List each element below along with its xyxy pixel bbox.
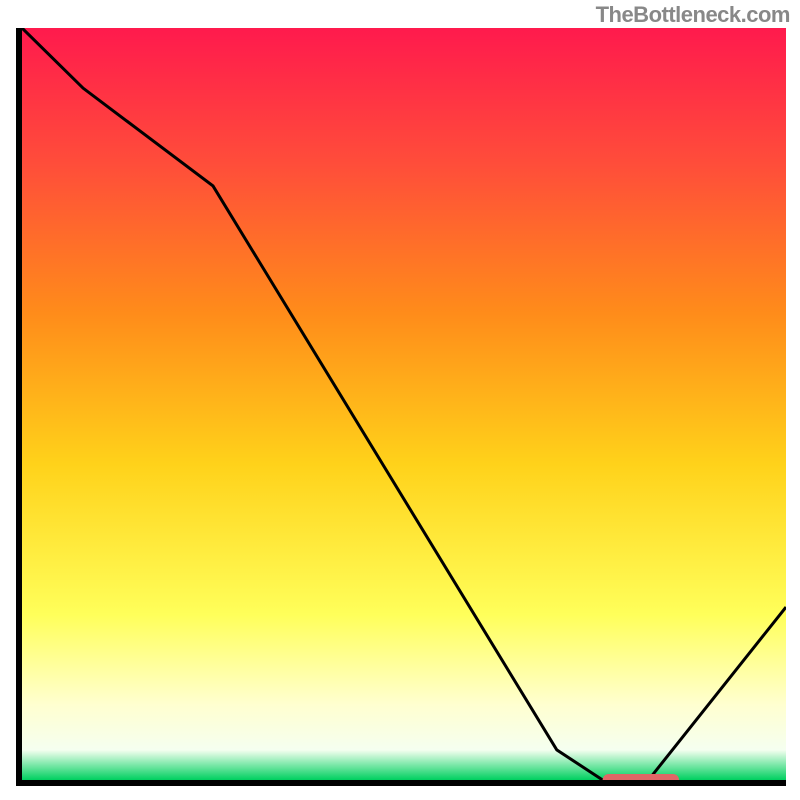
optimal-range-marker: [603, 774, 679, 780]
watermark-text: TheBottleneck.com: [596, 2, 790, 28]
bottleneck-chart: TheBottleneck.com: [0, 0, 800, 800]
curve-layer: [22, 28, 786, 780]
bottleneck-curve: [22, 28, 786, 780]
plot-area: [16, 28, 786, 786]
